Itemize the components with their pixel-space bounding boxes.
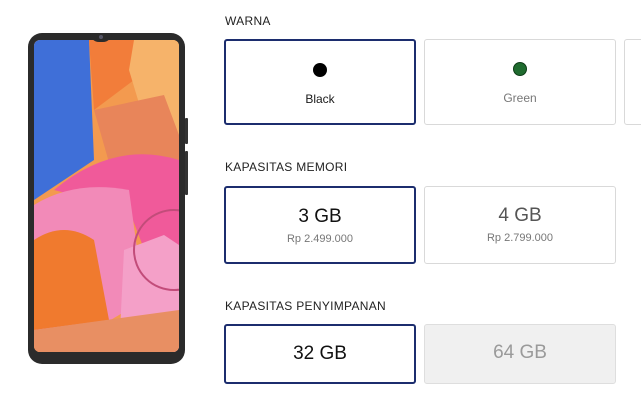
memory-size: 4 GB — [498, 205, 542, 226]
product-image — [28, 33, 188, 364]
memory-section-label: KAPASITAS MEMORI — [225, 160, 348, 174]
color-swatch-icon — [513, 62, 527, 76]
phone-screen — [34, 40, 179, 352]
storage-size: 32 GB — [293, 343, 347, 364]
color-section-label: WARNA — [225, 14, 271, 28]
memory-price: Rp 2.499.000 — [286, 233, 354, 245]
storage-section-label: KAPASITAS PENYIMPANAN — [225, 299, 387, 313]
phone-side-button — [185, 118, 188, 144]
color-option-black[interactable]: Black — [224, 39, 416, 125]
color-option-more[interactable] — [624, 39, 641, 125]
color-option-green[interactable]: Green — [424, 39, 616, 125]
wallpaper-graphic — [34, 40, 179, 352]
storage-option-64gb: 64 GB — [424, 324, 616, 384]
color-option-label: Black — [305, 92, 335, 106]
camera-icon — [99, 35, 103, 39]
color-option-label: Green — [503, 91, 537, 105]
phone-volume-button — [185, 151, 188, 195]
memory-option-4gb[interactable]: 4 GB Rp 2.799.000 — [424, 186, 616, 264]
memory-price: Rp 2.799.000 — [486, 232, 554, 244]
storage-option-32gb[interactable]: 32 GB — [224, 324, 416, 384]
color-swatch-icon — [313, 63, 327, 77]
storage-size: 64 GB — [493, 342, 547, 363]
memory-option-3gb[interactable]: 3 GB Rp 2.499.000 — [224, 186, 416, 264]
memory-size: 3 GB — [298, 206, 342, 227]
